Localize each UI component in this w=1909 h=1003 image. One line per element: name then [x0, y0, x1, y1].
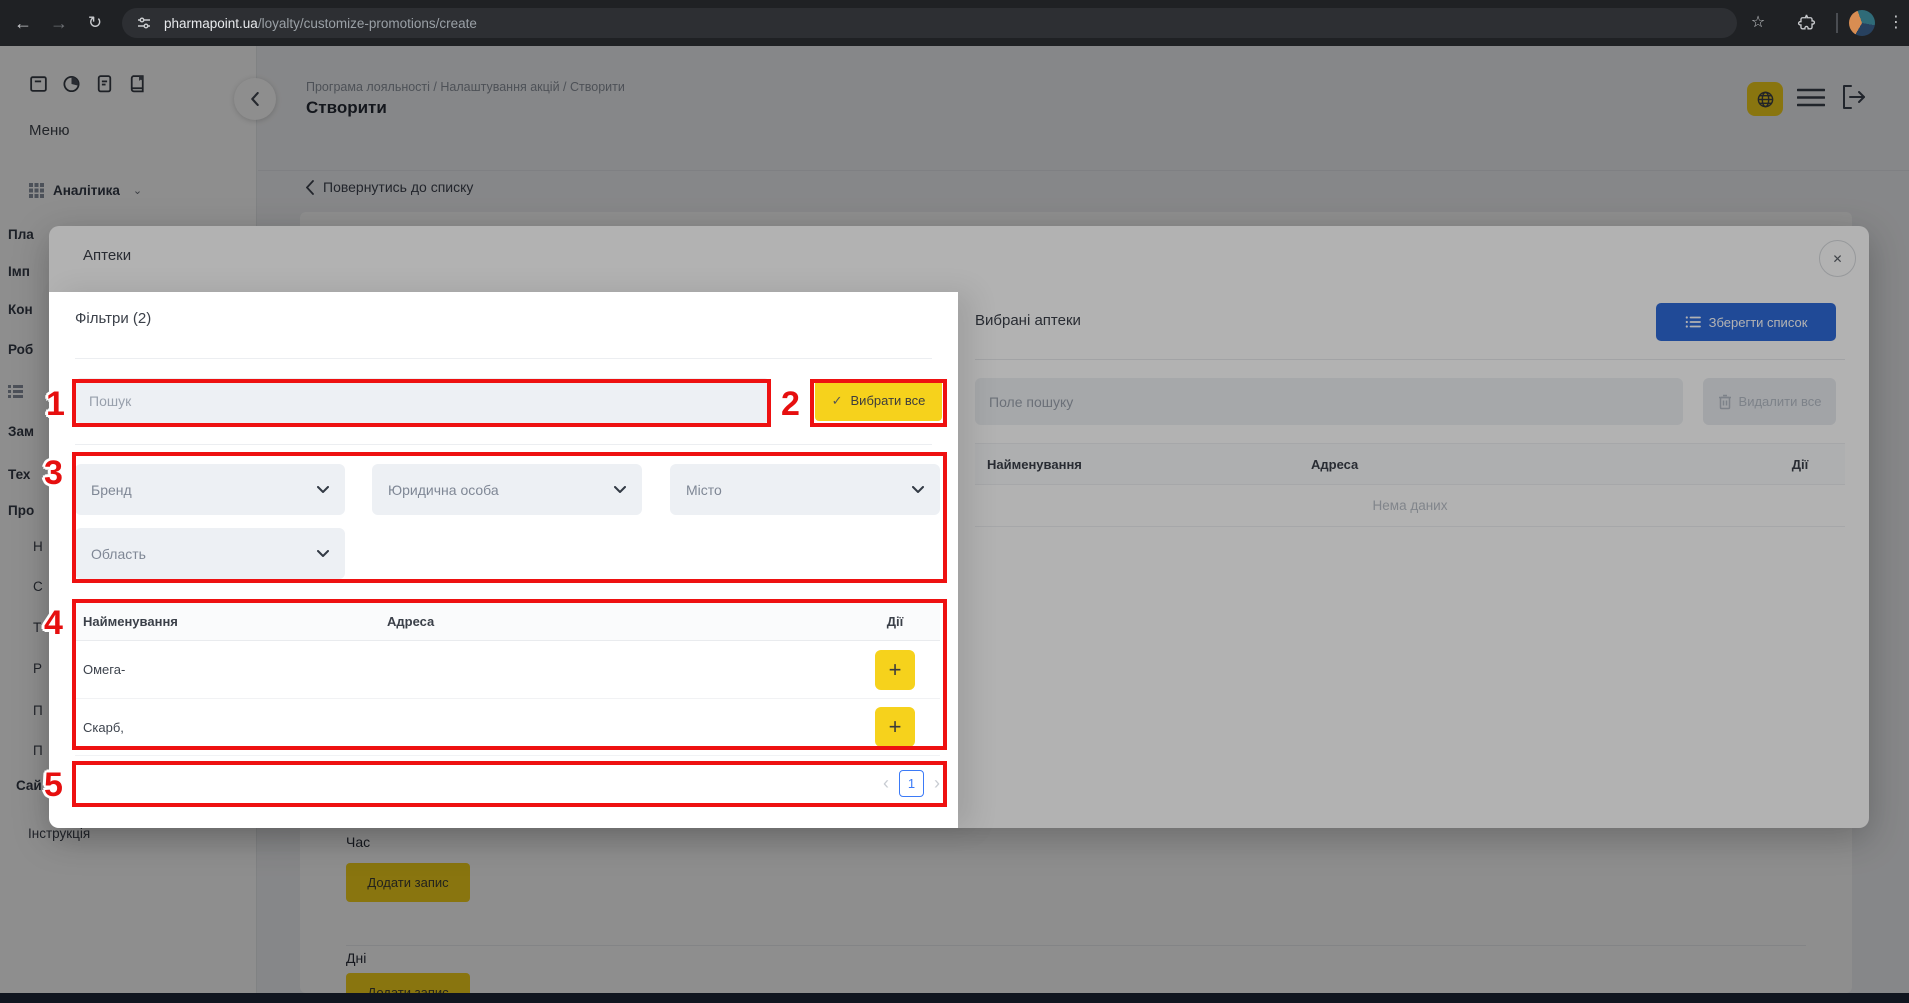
screen: ← → ↻ pharmapoint.ua/loyalty/customize-p…: [0, 0, 1909, 1003]
brand-dropdown[interactable]: Бренд: [75, 464, 345, 515]
city-dropdown[interactable]: Місто: [670, 464, 940, 515]
legal-entity-dropdown[interactable]: Юридична особа: [372, 464, 642, 515]
url-host: pharmapoint.ua: [164, 15, 258, 31]
chevron-down-icon: [912, 486, 924, 493]
brand-dropdown-label: Бренд: [91, 481, 132, 498]
region-dropdown[interactable]: Область: [75, 528, 345, 579]
chevron-down-icon: [614, 486, 626, 493]
add-pharmacy-button[interactable]: +: [875, 649, 915, 690]
bookmark-star-icon[interactable]: ☆: [1743, 0, 1773, 46]
filters-title: Фільтри (2): [75, 310, 152, 327]
url-text: pharmapoint.ua/loyalty/customize-promoti…: [164, 16, 477, 31]
chevron-down-icon: [317, 486, 329, 493]
filters-table-header: Найменування Адреса Дії: [75, 601, 940, 641]
search-input[interactable]: [75, 378, 770, 423]
select-all-label: Вибрати все: [850, 393, 926, 408]
browser-toolbar: ← → ↻ pharmapoint.ua/loyalty/customize-p…: [0, 0, 1909, 46]
region-dropdown-label: Область: [91, 545, 146, 562]
filters-panel: Фільтри (2) ✓ Вибрати все Бренд Юридична…: [49, 292, 958, 828]
check-icon: ✓: [831, 392, 843, 408]
column-header-actions: Дії: [886, 613, 904, 629]
select-all-button[interactable]: ✓ Вибрати все: [815, 380, 942, 421]
profile-avatar[interactable]: [1849, 10, 1875, 36]
extensions-icon[interactable]: [1791, 0, 1821, 46]
pharmacy-name: Омега-: [83, 662, 126, 677]
pagination-next-icon[interactable]: ›: [934, 773, 940, 794]
filters-divider: [75, 358, 932, 359]
browser-reload-icon[interactable]: ↻: [80, 0, 110, 46]
table-row: Скарб, +: [75, 699, 940, 756]
browser-back-icon[interactable]: ←: [8, 0, 38, 46]
pagination-page-1[interactable]: 1: [899, 770, 924, 797]
filters-divider-2: [75, 444, 932, 445]
browser-menu-icon[interactable]: ⋮: [1886, 0, 1906, 46]
pharmacy-name: Скарб,: [83, 719, 124, 735]
pagination: ‹ 1 ›: [75, 761, 940, 806]
toolbar-separator: [1836, 13, 1838, 33]
url-bar[interactable]: pharmapoint.ua/loyalty/customize-promoti…: [122, 8, 1737, 38]
page: Меню Аналітика ⌄ Пла Імп Кон Роб Зам Тех…: [0, 46, 1909, 1003]
table-row: Омега- +: [75, 641, 940, 699]
browser-forward-icon[interactable]: →: [44, 0, 74, 46]
city-dropdown-label: Місто: [686, 481, 722, 498]
add-pharmacy-button[interactable]: +: [875, 707, 915, 747]
pagination-prev-icon[interactable]: ‹: [883, 773, 889, 794]
column-header-name: Найменування: [83, 613, 178, 629]
url-path: /loyalty/customize-promotions/create: [257, 15, 477, 31]
legal-entity-dropdown-label: Юридична особа: [388, 481, 499, 498]
column-header-address: Адреса: [387, 613, 435, 629]
chevron-down-icon: [317, 550, 329, 557]
site-settings-icon[interactable]: [136, 15, 152, 31]
